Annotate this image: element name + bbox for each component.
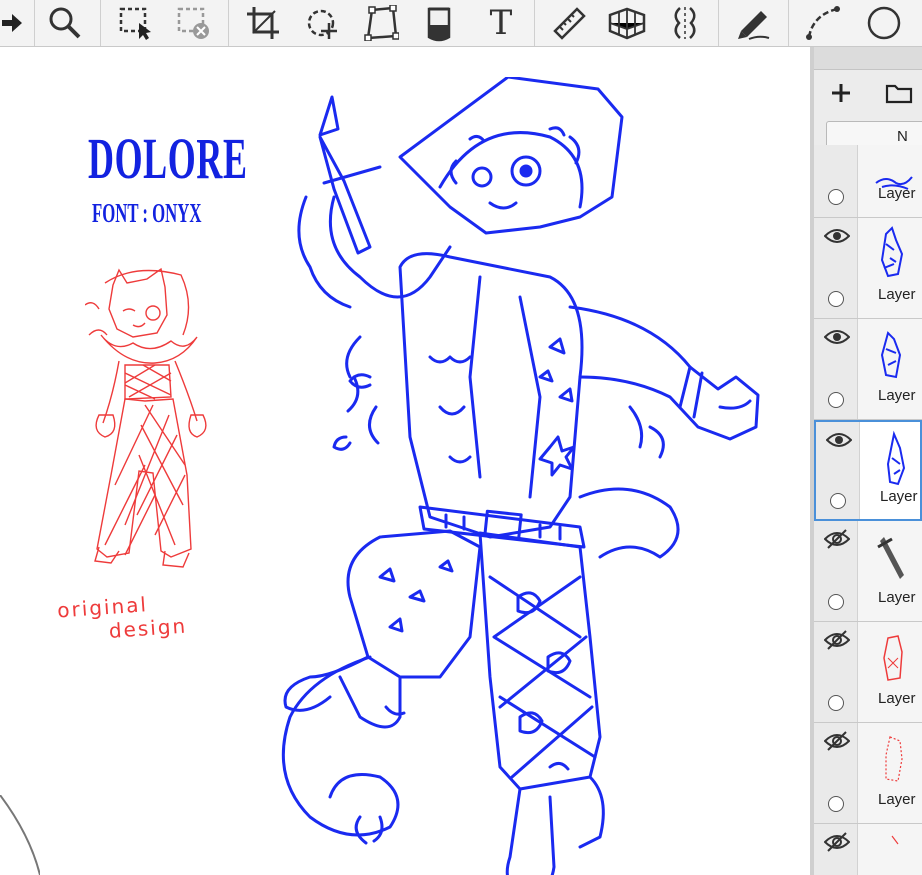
selection-icon[interactable] <box>110 0 160 46</box>
layer-controls <box>816 422 860 519</box>
eye-hidden-icon[interactable] <box>824 630 850 650</box>
artwork-title: DOLORE <box>88 126 248 191</box>
layer-list: Layer Layer Layer Layer Layer Layer Laye… <box>814 145 922 875</box>
layer-thumbnail <box>880 331 902 379</box>
layer-select-radio[interactable] <box>828 392 844 408</box>
layer-item[interactable] <box>814 824 922 875</box>
zoom-icon[interactable] <box>40 0 90 46</box>
toolbar-divider <box>228 0 229 46</box>
canvas-rotate-dial[interactable] <box>0 795 40 875</box>
layer-thumbnail <box>877 537 904 579</box>
layer-thumbnail <box>883 635 903 681</box>
original-design-note: original design <box>56 590 187 647</box>
layer-panel-tools <box>814 70 922 120</box>
layer-item[interactable]: Layer <box>814 218 922 319</box>
layer-controls <box>814 218 858 318</box>
arrow-right-icon[interactable] <box>0 0 26 46</box>
layer-name: Layer <box>880 488 918 505</box>
toolbar-divider <box>788 0 789 46</box>
main-toolbar: T <box>0 0 922 47</box>
layer-item[interactable]: Layer <box>814 319 922 420</box>
layer-name: Layer <box>878 690 916 707</box>
layer-select-radio[interactable] <box>830 493 846 509</box>
layer-name: Layer <box>878 791 916 808</box>
eye-hidden-icon[interactable] <box>824 731 850 751</box>
layer-select-radio[interactable] <box>828 796 844 812</box>
fill-bucket-icon[interactable] <box>414 0 464 46</box>
layer-name: Layer <box>878 185 916 202</box>
symmetry-icon[interactable] <box>660 0 710 46</box>
layer-controls <box>814 622 858 722</box>
layer-thumbnail <box>886 430 906 486</box>
layer-item[interactable]: Layer <box>814 723 922 824</box>
perspective-grid-icon[interactable] <box>602 0 652 46</box>
distort-icon[interactable] <box>356 0 406 46</box>
layer-name: Layer <box>878 286 916 303</box>
eye-visible-icon[interactable] <box>824 327 850 347</box>
deselect-icon[interactable] <box>168 0 218 46</box>
transform-icon[interactable] <box>298 0 348 46</box>
artwork-font-credit: FONT : ONYX <box>92 198 202 228</box>
text-tool-label: T <box>489 3 513 43</box>
layer-item[interactable]: Layer <box>814 521 922 622</box>
layer-select-radio[interactable] <box>828 594 844 610</box>
crop-icon[interactable] <box>238 0 288 46</box>
toolbar-divider <box>100 0 101 46</box>
toolbar-divider <box>34 0 35 46</box>
character-lineart <box>281 77 760 875</box>
toolbar-divider <box>534 0 535 46</box>
ellipse-icon[interactable] <box>856 0 912 46</box>
layer-item-selected[interactable]: Layer <box>814 420 922 521</box>
layer-folder-icon[interactable] <box>884 78 914 108</box>
eye-visible-icon[interactable] <box>824 226 850 246</box>
layer-select-radio[interactable] <box>828 189 844 205</box>
layer-name: Layer <box>878 387 916 404</box>
drawing-canvas[interactable]: DOLORE FONT : ONYX original design <box>0 47 810 875</box>
layer-select-radio[interactable] <box>828 291 844 307</box>
layer-controls <box>814 521 858 621</box>
layer-controls <box>814 319 858 419</box>
layer-thumbnail <box>885 736 903 782</box>
pen-icon[interactable] <box>728 0 778 46</box>
layer-controls <box>814 723 858 823</box>
eye-visible-icon[interactable] <box>826 430 852 450</box>
layer-panel: N Layer Layer Layer Layer Layer Layer La… <box>814 47 922 875</box>
layer-item[interactable]: Layer <box>814 145 922 218</box>
layer-name: Layer <box>878 589 916 606</box>
text-tool-icon[interactable]: T <box>476 0 526 46</box>
eye-hidden-icon[interactable] <box>824 832 850 852</box>
layer-item[interactable]: Layer <box>814 622 922 723</box>
layer-thumbnail <box>891 835 899 845</box>
layer-panel-header <box>814 47 922 70</box>
ruler-icon[interactable] <box>544 0 594 46</box>
eye-hidden-icon[interactable] <box>824 529 850 549</box>
layer-controls <box>814 145 858 217</box>
curve-icon[interactable] <box>798 0 848 46</box>
toolbar-divider <box>718 0 719 46</box>
layer-thumbnail <box>880 226 904 278</box>
layer-controls <box>814 824 858 875</box>
original-design-sketch <box>85 267 207 568</box>
add-layer-icon[interactable] <box>826 78 856 108</box>
layer-select-radio[interactable] <box>828 695 844 711</box>
